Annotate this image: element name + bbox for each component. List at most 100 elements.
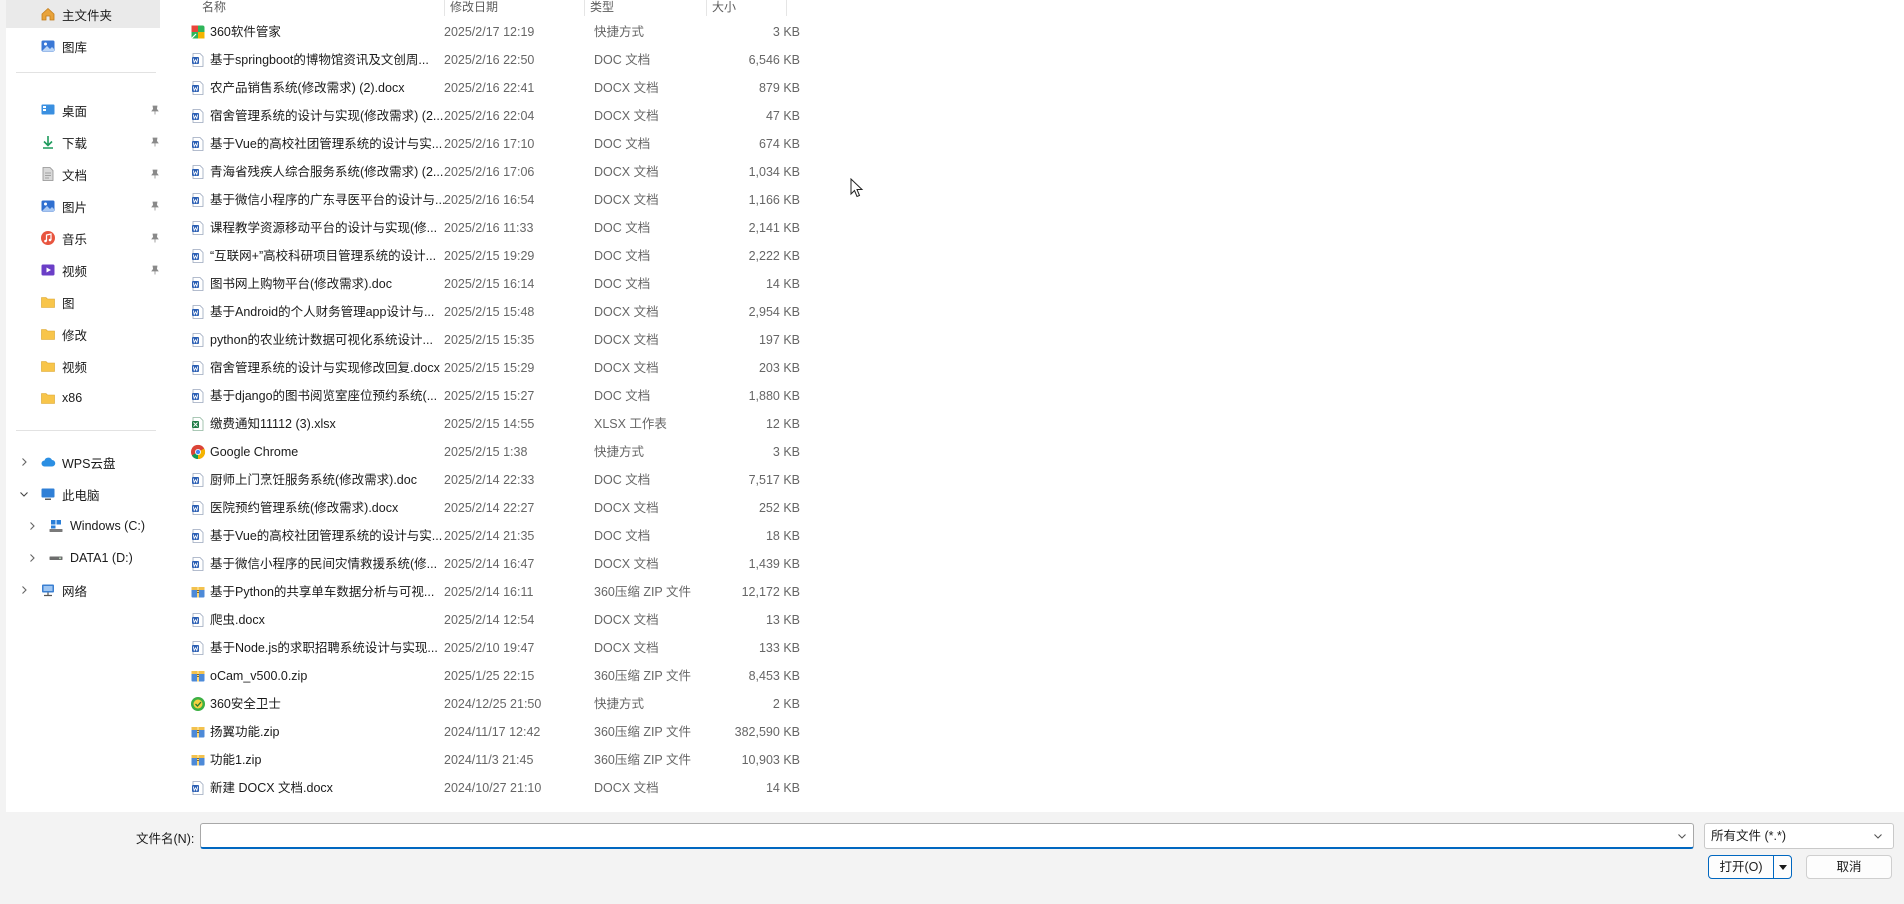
- file-row[interactable]: 扬翼功能.zip 2024/11/17 12:42 360压缩 ZIP 文件 382,…: [180, 718, 800, 746]
- column-separator[interactable]: [786, 0, 787, 16]
- sidebar-item-folder[interactable]: x86: [6, 384, 166, 412]
- sidebar-item-drive-d[interactable]: DATA1 (D:): [6, 544, 166, 572]
- column-header-name[interactable]: 名称: [202, 0, 226, 16]
- column-header-type[interactable]: 类型: [590, 0, 614, 16]
- file-size: 2,141 KB: [748, 221, 800, 235]
- file-modified-date: 2024/12/25 21:50: [444, 697, 542, 711]
- file-size: 879 KB: [758, 81, 800, 95]
- file-row[interactable]: 360安全卫士 2024/12/25 21:50 快捷方式 2 KB: [180, 690, 800, 718]
- word-doc-icon: [190, 220, 206, 236]
- chevron-right-icon[interactable]: [26, 552, 38, 564]
- column-separator[interactable]: [584, 0, 585, 16]
- file-modified-date: 2025/2/16 22:50: [444, 53, 535, 67]
- file-row[interactable]: 新建 DOCX 文档.docx 2024/10/27 21:10 DOCX 文档 14…: [180, 774, 800, 802]
- file-modified-date: 2025/2/14 16:47: [444, 557, 535, 571]
- file-row[interactable]: 基于微信小程序的民间灾情救援系统(修... 2025/2/14 16:47 DOCX…: [180, 550, 800, 578]
- file-row[interactable]: 基于微信小程序的广东寻医平台的设计与... 2025/2/16 16:54 DOCX…: [180, 186, 800, 214]
- file-row[interactable]: 基于Vue的高校社团管理系统的设计与实... 2025/2/16 17:10 DOC…: [180, 130, 800, 158]
- file-row[interactable]: 功能1.zip 2024/11/3 21:45 360压缩 ZIP 文件 10,903…: [180, 746, 800, 774]
- sidebar-item-label: WPS云盘: [62, 456, 116, 471]
- file-row[interactable]: python的农业统计数据可视化系统设计... 2025/2/15 15:35 DO…: [180, 326, 800, 354]
- sidebar-item-network[interactable]: 网络: [6, 576, 166, 604]
- file-size: 47 KB: [765, 109, 800, 123]
- sidebar-item-gallery[interactable]: 图库: [6, 32, 160, 60]
- file-row[interactable]: 基于Python的共享单车数据分析与可视... 2025/2/14 16:11 36…: [180, 578, 800, 606]
- sidebar-item-wps-cloud[interactable]: WPS云盘: [6, 448, 166, 476]
- file-row[interactable]: 爬虫.docx 2025/2/14 12:54 DOCX 文档 13 KB: [180, 606, 800, 634]
- open-options-dropdown-icon[interactable]: [1777, 861, 1789, 873]
- file-size: 12,172 KB: [741, 585, 800, 599]
- sidebar-item-this-pc[interactable]: 此电脑: [6, 480, 166, 508]
- sidebar-item-home[interactable]: 主文件夹: [6, 0, 160, 28]
- file-row[interactable]: Google Chrome 2025/2/15 1:38 快捷方式 3 KB: [180, 438, 800, 466]
- sidebar-item-folder[interactable]: 图: [6, 288, 166, 316]
- cancel-button[interactable]: 取消: [1806, 855, 1892, 879]
- sidebar-item-drive-c[interactable]: Windows (C:): [6, 512, 166, 540]
- file-row[interactable]: 基于django的图书阅览室座位预约系统(... 2025/2/15 15:27 D…: [180, 382, 800, 410]
- file-type: DOCX 文档: [594, 165, 659, 179]
- download-icon: [40, 134, 56, 150]
- sidebar-item-label: DATA1 (D:): [70, 551, 133, 565]
- column-header-size[interactable]: 大小: [712, 0, 736, 16]
- sidebar-item-folder[interactable]: 修改: [6, 320, 166, 348]
- file-row[interactable]: “互联网+”高校科研项目管理系统的设计... 2025/2/15 19:29 DOC…: [180, 242, 800, 270]
- folder-icon: [40, 390, 56, 406]
- sidebar-item-videos[interactable]: 视频: [6, 256, 166, 284]
- chevron-right-icon[interactable]: [18, 456, 30, 468]
- file-type: DOC 文档: [594, 277, 651, 291]
- pin-icon[interactable]: [148, 103, 162, 117]
- file-row[interactable]: 360软件管家 2025/2/17 12:19 快捷方式 3 KB: [180, 18, 800, 46]
- file-row[interactable]: 基于Android的个人财务管理app设计与... 2025/2/15 15:48…: [180, 298, 800, 326]
- column-header-date[interactable]: 修改日期: [450, 0, 498, 16]
- sidebar-item-pictures[interactable]: 图片: [6, 192, 166, 220]
- column-separator[interactable]: [444, 0, 445, 16]
- file-row[interactable]: 图书网上购物平台(修改需求).doc 2025/2/15 16:14 DOC 文档 1…: [180, 270, 800, 298]
- file-row[interactable]: 课程教学资源移动平台的设计与实现(修... 2025/2/16 11:33 DOC …: [180, 214, 800, 242]
- sidebar-item-downloads[interactable]: 下载: [6, 128, 166, 156]
- chevron-down-icon[interactable]: [1872, 830, 1884, 842]
- sidebar-item-label: 视频: [62, 360, 88, 375]
- file-modified-date: 2025/2/15 15:29: [444, 361, 535, 375]
- pin-icon[interactable]: [148, 231, 162, 245]
- open-button[interactable]: 打开(O): [1708, 855, 1792, 879]
- chevron-down-icon[interactable]: [18, 488, 30, 500]
- file-row[interactable]: oCam_v500.0.zip 2025/1/25 22:15 360压缩 ZIP …: [180, 662, 800, 690]
- pin-icon[interactable]: [148, 167, 162, 181]
- filename-input[interactable]: [200, 823, 1694, 849]
- file-size: 2,954 KB: [748, 305, 800, 319]
- file-row[interactable]: 农产品销售系统(修改需求) (2).docx 2025/2/16 22:41 DOC…: [180, 74, 800, 102]
- sidebar-item-desktop[interactable]: 桌面: [6, 96, 166, 124]
- file-row[interactable]: 基于Node.js的求职招聘系统设计与实现... 2025/2/10 19:47 D…: [180, 634, 800, 662]
- sidebar-item-documents[interactable]: 文档: [6, 160, 166, 188]
- sidebar-item-label: 图片: [62, 200, 88, 215]
- open-button-divider: [1773, 856, 1774, 878]
- filename-history-dropdown-icon[interactable]: [1676, 830, 1688, 842]
- file-modified-date: 2025/2/16 16:54: [444, 193, 535, 207]
- file-row[interactable]: 青海省残疾人综合服务系统(修改需求) (2... 2025/2/16 17:06 D…: [180, 158, 800, 186]
- file-modified-date: 2025/2/14 16:11: [444, 585, 534, 599]
- file-type: XLSX 工作表: [594, 417, 667, 431]
- file-row[interactable]: 基于Vue的高校社团管理系统的设计与实... 2025/2/14 21:35 DOC…: [180, 522, 800, 550]
- column-separator[interactable]: [706, 0, 707, 16]
- sidebar-item-folder[interactable]: 视频: [6, 352, 166, 380]
- file-row[interactable]: 医院预约管理系统(修改需求).docx 2025/2/14 22:27 DOCX 文…: [180, 494, 800, 522]
- sidebar-item-music[interactable]: 音乐: [6, 224, 166, 252]
- file-row[interactable]: 宿舍管理系统的设计与实现(修改需求) (2... 2025/2/16 22:04 D…: [180, 102, 800, 130]
- navigation-pane: 主文件夹 图库 桌面 下载 文档 图片 音乐 视频 图 修改 视频 x86 WP…: [6, 0, 166, 812]
- chevron-right-icon[interactable]: [18, 584, 30, 596]
- file-size: 252 KB: [758, 501, 800, 515]
- file-row[interactable]: 缴费通知11112 (3).xlsx 2025/2/15 14:55 XLSX 工作…: [180, 410, 800, 438]
- file-row[interactable]: 基于springboot的博物馆资讯及文创周... 2025/2/16 22:50…: [180, 46, 800, 74]
- filetype-select[interactable]: 所有文件 (*.*): [1704, 823, 1894, 849]
- file-type: 360压缩 ZIP 文件: [594, 753, 692, 767]
- file-row[interactable]: 厨师上门烹饪服务系统(修改需求).doc 2025/2/14 22:33 DOC 文…: [180, 466, 800, 494]
- pin-icon[interactable]: [148, 135, 162, 149]
- chevron-right-icon[interactable]: [26, 520, 38, 532]
- file-size: 1,880 KB: [748, 389, 800, 403]
- word-doc-icon: [190, 388, 206, 404]
- pin-icon[interactable]: [148, 263, 162, 277]
- pin-icon[interactable]: [148, 199, 162, 213]
- zip-archive-icon: [190, 584, 206, 600]
- file-row[interactable]: 宿舍管理系统的设计与实现修改回复.docx 2025/2/15 15:29 DOCX…: [180, 354, 800, 382]
- zip-archive-icon: [190, 668, 206, 684]
